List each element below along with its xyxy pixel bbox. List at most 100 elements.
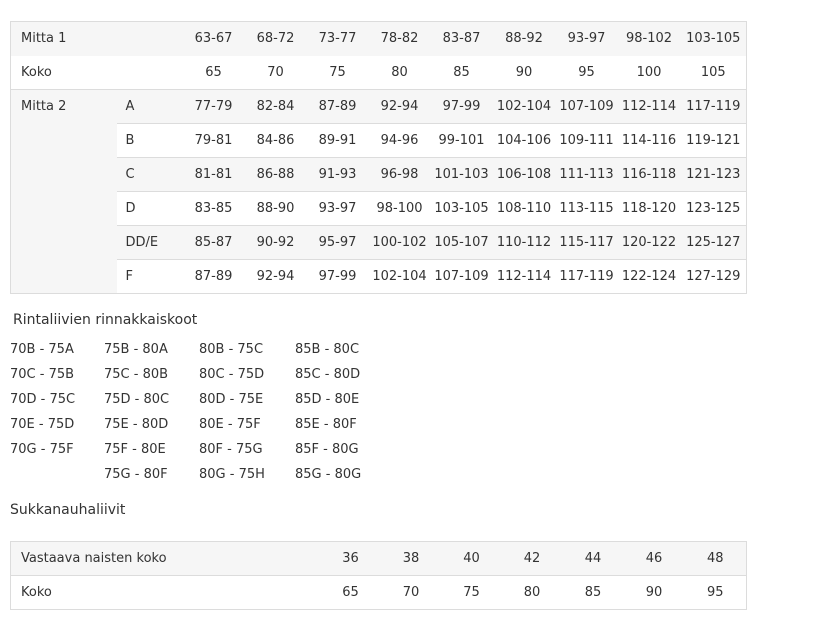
table-cell: 113-115 bbox=[555, 191, 618, 226]
table-cell: 106-108 bbox=[492, 157, 556, 192]
parallel-size-item: 70B - 75A bbox=[10, 342, 74, 357]
table-cell: 97-99 bbox=[430, 89, 493, 124]
parallel-size-item: 80F - 75G bbox=[199, 442, 263, 457]
table-cell: 40 bbox=[441, 541, 502, 576]
table-cell: 108-110 bbox=[492, 191, 556, 226]
table-row: F 87-89 92-94 97-99 102-104 107-109 112-114 117… bbox=[10, 259, 747, 294]
table-cell: 90-92 bbox=[244, 225, 307, 260]
parallel-size-item: 75C - 80B bbox=[104, 367, 169, 382]
table-cell: 117-119 bbox=[680, 89, 747, 124]
table-cell: 83-85 bbox=[182, 191, 245, 226]
table-cell: 95 bbox=[684, 575, 747, 610]
table-cell: 100 bbox=[617, 55, 681, 90]
table-cell: 85-87 bbox=[182, 225, 245, 260]
table-cell: 73-77 bbox=[306, 21, 369, 56]
parallel-size-item: 80G - 75H bbox=[199, 467, 265, 482]
parallel-size-item: 70G - 75F bbox=[10, 442, 74, 457]
table-cell: 87-89 bbox=[306, 89, 369, 124]
table-cell: 98-100 bbox=[368, 191, 431, 226]
table-cell: 125-127 bbox=[680, 225, 747, 260]
table-cell: 36 bbox=[320, 541, 381, 576]
row-label: Koko bbox=[10, 55, 117, 90]
table-cell: 112-114 bbox=[617, 89, 681, 124]
table-cell: 117-119 bbox=[555, 259, 618, 294]
table-cell: 112-114 bbox=[492, 259, 556, 294]
table-cell: 85 bbox=[430, 55, 493, 90]
table-row: DD/E 85-87 90-92 95-97 100-102 105-107 110-112… bbox=[10, 225, 747, 260]
row-label bbox=[10, 157, 117, 192]
table-cell: 103-105 bbox=[430, 191, 493, 226]
parallel-size-item: 75F - 80E bbox=[104, 442, 166, 457]
table-cell: 93-97 bbox=[306, 191, 369, 226]
table-cell: 104-106 bbox=[492, 123, 556, 158]
cup-label: B bbox=[116, 123, 183, 158]
parallel-size-item: 70C - 75B bbox=[10, 367, 75, 382]
table-cell: 83-87 bbox=[430, 21, 493, 56]
table-cell: 63-67 bbox=[182, 21, 245, 56]
table-cell: 90 bbox=[492, 55, 556, 90]
table-cell: 90 bbox=[623, 575, 685, 610]
table-cell: 122-124 bbox=[617, 259, 681, 294]
table-cell: 70 bbox=[244, 55, 307, 90]
table-row: Mitta 2 A 77-79 82-84 87-89 92-94 97-99 102-104… bbox=[10, 89, 747, 124]
table-cell: 97-99 bbox=[306, 259, 369, 294]
table-cell: 81-81 bbox=[182, 157, 245, 192]
table-cell: 114-116 bbox=[617, 123, 681, 158]
cup-label: D bbox=[116, 191, 183, 226]
table-cell: 65 bbox=[320, 575, 381, 610]
table-cell: 101-103 bbox=[430, 157, 493, 192]
table-cell: 93-97 bbox=[555, 21, 618, 56]
parallel-size-item: 80E - 75F bbox=[199, 417, 261, 432]
table-cell: 84-86 bbox=[244, 123, 307, 158]
table-cell: 92-94 bbox=[244, 259, 307, 294]
table-cell: 105 bbox=[680, 55, 747, 90]
table-cell: 42 bbox=[501, 541, 563, 576]
table-cell: 116-118 bbox=[617, 157, 681, 192]
table-cell: 127-129 bbox=[680, 259, 747, 294]
table-row: Mitta 1 63-67 68-72 73-77 78-82 83-87 88-92 93-… bbox=[10, 21, 747, 56]
table-cell: 68-72 bbox=[244, 21, 307, 56]
table-cell: 96-98 bbox=[368, 157, 431, 192]
table-cell: 91-93 bbox=[306, 157, 369, 192]
parallel-size-item: 85G - 80G bbox=[295, 467, 362, 482]
table-cell: 103-105 bbox=[680, 21, 747, 56]
table-cell: 99-101 bbox=[430, 123, 493, 158]
table-row: B 79-81 84-86 89-91 94-96 99-101 104-106 109-11… bbox=[10, 123, 747, 158]
parallel-size-item: 75E - 80D bbox=[104, 417, 169, 432]
cup-label bbox=[116, 55, 183, 90]
table-cell: 38 bbox=[380, 541, 442, 576]
parallel-size-item: 70E - 75D bbox=[10, 417, 75, 432]
parallel-sizes-heading: Rintaliivien rinnakkaiskoot bbox=[13, 312, 198, 328]
table-cell: 88-90 bbox=[244, 191, 307, 226]
parallel-size-item: 85C - 80D bbox=[295, 367, 361, 382]
table-cell: 89-91 bbox=[306, 123, 369, 158]
parallel-size-item: 75G - 80F bbox=[104, 467, 168, 482]
table-cell: 110-112 bbox=[492, 225, 556, 260]
table-cell: 111-113 bbox=[555, 157, 618, 192]
table-row: C 81-81 86-88 91-93 96-98 101-103 106-108 111-1… bbox=[10, 157, 747, 192]
row-label: Koko bbox=[10, 575, 321, 610]
row-label: Mitta 2 bbox=[10, 89, 117, 124]
table-cell: 105-107 bbox=[430, 225, 493, 260]
table-cell: 78-82 bbox=[368, 21, 431, 56]
parallel-size-item: 75D - 80C bbox=[104, 392, 170, 407]
table-cell: 48 bbox=[684, 541, 747, 576]
table-cell: 79-81 bbox=[182, 123, 245, 158]
cup-label: A bbox=[116, 89, 183, 124]
row-label: Mitta 1 bbox=[10, 21, 117, 56]
table-cell: 100-102 bbox=[368, 225, 431, 260]
table-cell: 119-121 bbox=[680, 123, 747, 158]
row-label bbox=[10, 123, 117, 158]
parallel-size-item: 75B - 80A bbox=[104, 342, 168, 357]
cup-label: C bbox=[116, 157, 183, 192]
row-label bbox=[10, 259, 117, 294]
table-cell: 75 bbox=[306, 55, 369, 90]
parallel-size-item: 80C - 75D bbox=[199, 367, 265, 382]
row-label bbox=[10, 225, 117, 260]
table-cell: 121-123 bbox=[680, 157, 747, 192]
table-cell: 109-111 bbox=[555, 123, 618, 158]
garter-heading: Sukkanauhaliivit bbox=[10, 502, 126, 518]
table-cell: 86-88 bbox=[244, 157, 307, 192]
table-cell: 80 bbox=[368, 55, 431, 90]
table-row: Koko 65 70 75 80 85 90 95 bbox=[10, 575, 747, 610]
